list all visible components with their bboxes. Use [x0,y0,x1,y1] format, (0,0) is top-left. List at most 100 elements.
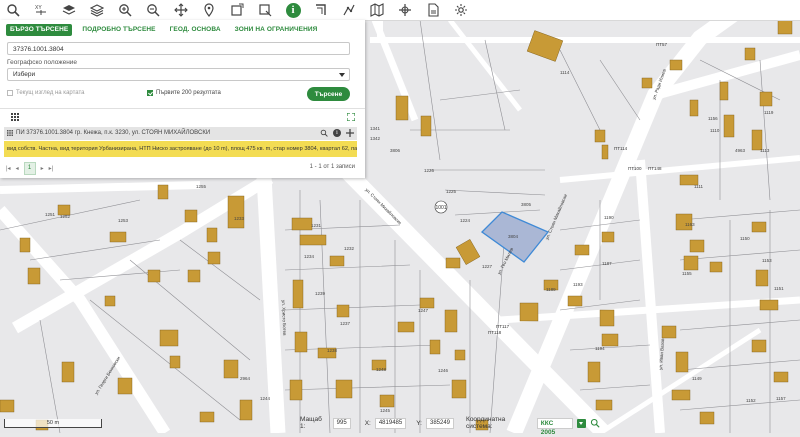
zoom-in-button[interactable] [112,0,138,20]
parcel-label: 2964 [240,376,251,381]
record-count: 1 - 1 от 1 записи [309,164,355,170]
page-current[interactable]: 1 [23,162,36,175]
parcel-label: 1111 [694,184,704,189]
checkbox-icon [7,90,13,96]
select-shape-button[interactable] [252,0,278,20]
search-tabs: БЪРЗО ТЪРСЕНЕ ПОДРОБНО ТЪРСЕНЕ ГЕОД. ОСН… [6,24,321,36]
zoom-out-button[interactable] [140,0,166,20]
chevron-down-icon [339,73,345,77]
parcel-label: 1151 [774,286,784,291]
search-panel: БЪРЗО ТЪРСЕНЕ ПОДРОБНО ТЪРСЕНЕ ГЕОД. ОСН… [0,20,365,178]
search-icon [7,4,20,17]
result-detail: вид собств. Частна, вид територия Урбани… [4,141,357,157]
pan-button[interactable] [168,0,194,20]
coordinates-icon: XY [35,5,46,15]
parcel-label: 1251 [45,212,56,217]
parcel-label: 1157 [776,396,786,401]
map-view-button[interactable] [364,0,390,20]
crs-value[interactable]: ККС 2005 [536,417,574,436]
info-icon[interactable]: i [333,129,341,137]
current-view-checkbox[interactable]: Текущ изглед на картата [7,90,85,96]
select-shape-icon [259,4,272,17]
result-detail-text: вид собств. Частна, вид територия Урбани… [7,146,357,152]
parcel-label: 1253 [118,218,129,223]
crs-dropdown-icon[interactable] [577,418,587,428]
divider [0,108,365,109]
info-button[interactable]: i [280,0,306,20]
parcel-label: 1119 [764,110,774,115]
location-label: Географско положение [7,59,78,66]
current-view-label: Текущ изглед на картата [16,90,85,96]
parcel-label: 1113 [760,148,770,153]
parcel-label: 1227 [482,264,493,269]
parcel-label: 1226 [424,168,435,173]
pager: |◂ ◂ 1 ▸ ▸| [6,162,53,175]
tab-detailed-search[interactable]: ПОДРОБНО ТЪРСЕНЕ [78,24,159,36]
parcel-label: 1244 [260,396,271,401]
parcel-label: 3805 [521,202,532,207]
parcel-label: 4963 [735,148,746,153]
pdf-button[interactable] [420,0,446,20]
zoom-in-icon [119,4,132,17]
tab-geodetic-base[interactable]: ГЕОД. ОСНОВА [166,24,225,36]
layers-tool-button[interactable] [56,0,82,20]
parcel-label: 1163 [685,222,695,227]
parcel-label: 1246 [438,368,449,373]
parcel-label: 1234 [304,254,315,259]
layers-stack-icon [90,4,104,17]
parcel-label: 1247 [418,308,429,313]
parcel-label: 1255 [196,184,207,189]
scale-label: Мащаб 1: [300,416,322,430]
parcel-label: 1149 [692,376,702,381]
tab-restriction-zones[interactable]: ЗОНИ НА ОГРАНИЧЕНИЯ [231,24,322,36]
search-input[interactable]: 37376.1001.3804 [7,42,350,55]
tab-quick-search[interactable]: БЪРЗО ТЪРСЕНЕ [6,24,73,36]
search-icon[interactable] [590,418,600,428]
coordinates-tool-button[interactable]: XY [28,0,54,20]
crosshair-icon [399,4,411,16]
first200-checkbox[interactable]: Първите 200 резултата [147,90,221,96]
parcel-label: 1248 [376,367,387,372]
grid-icon[interactable] [11,113,19,121]
location-select-value: Избери [13,71,36,78]
parcel-label: 1252 [60,214,71,219]
layers-stack-button[interactable] [84,0,110,20]
measure-button[interactable] [308,0,334,20]
parcel-label: 3806 [390,148,401,153]
expand-icon[interactable] [347,113,355,121]
location-select[interactable]: Избери [7,68,350,81]
kvartal-label: 1001 [435,205,446,211]
select-area-icon [231,3,244,16]
add-icon[interactable] [346,129,354,137]
next-page-icon[interactable]: ▸ [41,165,44,172]
zoom-to-icon[interactable] [320,129,328,137]
settings-icon [455,4,467,16]
parcel-label: 1193 [573,282,583,287]
parcel-label: 1224 [460,218,471,223]
select-area-button[interactable] [224,0,250,20]
layers-icon [62,5,76,15]
search-tool-button[interactable] [0,0,26,20]
parcel-label: 1342 [370,136,381,141]
prev-page-icon[interactable]: ◂ [16,165,19,172]
draw-icon [343,4,355,16]
map-icon [370,3,384,17]
draw-button[interactable] [336,0,362,20]
parcel-label: 1156 [708,116,718,121]
location-button[interactable] [196,0,222,20]
parcel-label: 1233 [234,216,245,221]
first200-label: Първите 200 резултата [156,90,221,96]
first-page-icon[interactable]: |◂ [6,165,11,172]
block-label: ПТ57 [656,42,667,47]
parcel-label: 1110 [710,128,720,133]
last-page-icon[interactable]: ▸| [49,165,54,172]
parcel-label: 1189 [546,287,556,292]
scale-value[interactable]: 995 [332,417,351,429]
parcel-label: 1225 [446,189,457,194]
x-label: X: [364,419,371,427]
crosshair-button[interactable] [392,0,418,20]
pdf-icon [428,3,439,17]
search-button[interactable]: Търсене [307,87,350,101]
settings-button[interactable] [448,0,474,20]
result-header[interactable]: ПИ 37376.1001.3804 гр. Кнежа, п.к. 3230,… [4,127,357,140]
